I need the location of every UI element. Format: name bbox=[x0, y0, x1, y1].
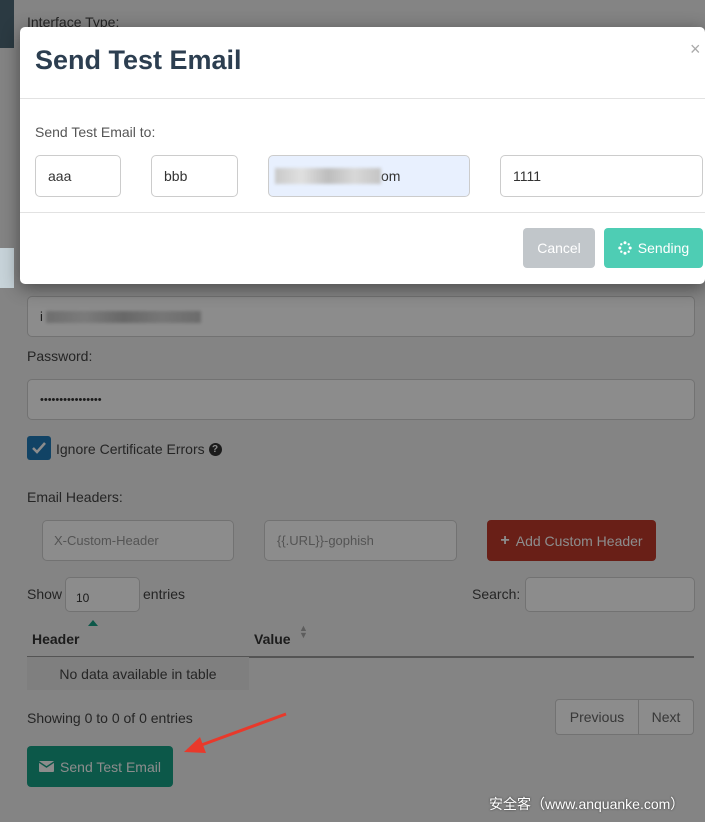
navbar-edge bbox=[0, 0, 14, 48]
redacted-email bbox=[275, 168, 381, 184]
position-value: 1111 bbox=[513, 168, 542, 184]
cancel-button[interactable]: Cancel bbox=[523, 228, 595, 268]
position-input[interactable]: 1111 bbox=[500, 155, 703, 197]
sending-button[interactable]: Sending bbox=[604, 228, 703, 268]
first-name-value: aaa bbox=[48, 168, 72, 184]
sidebar-edge bbox=[0, 248, 14, 288]
watermark: 安全客（www.anquanke.com） bbox=[489, 796, 685, 812]
last-name-input[interactable]: bbb bbox=[151, 155, 238, 197]
email-input[interactable]: om bbox=[268, 155, 470, 197]
email-suffix: om bbox=[381, 168, 401, 184]
modal-header-divider bbox=[20, 98, 705, 99]
annotation-arrow bbox=[184, 712, 287, 753]
cancel-label: Cancel bbox=[537, 240, 581, 256]
modal-footer-divider bbox=[20, 212, 705, 213]
spinner-icon bbox=[618, 241, 632, 255]
last-name-value: bbb bbox=[164, 168, 188, 184]
modal-title: Send Test Email bbox=[35, 45, 242, 75]
send-test-email-modal: Send Test Email × Send Test Email to: aa… bbox=[20, 27, 705, 284]
first-name-input[interactable]: aaa bbox=[35, 155, 121, 197]
send-to-label: Send Test Email to: bbox=[35, 124, 156, 140]
sending-label: Sending bbox=[637, 240, 690, 256]
close-icon[interactable]: × bbox=[690, 39, 701, 60]
